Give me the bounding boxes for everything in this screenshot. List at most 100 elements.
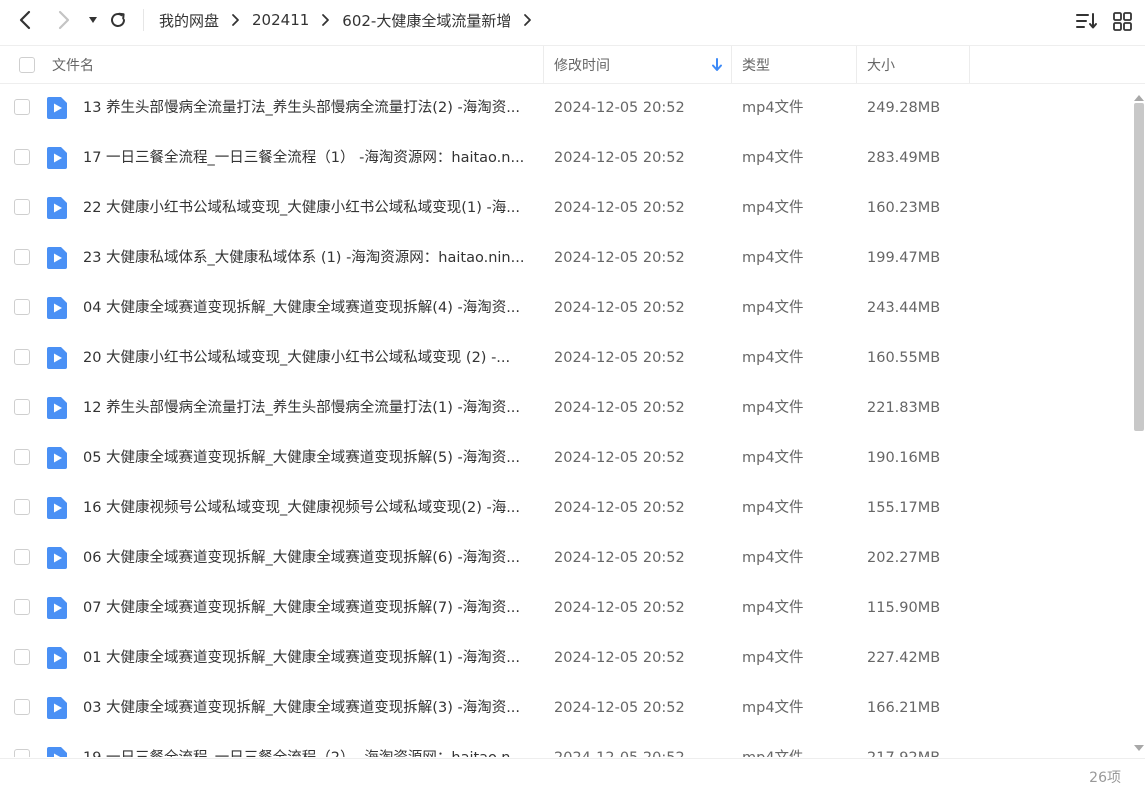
file-name[interactable]: 22 大健康小红书公域私域变现_大健康小红书公域私域变现(1) -海... bbox=[83, 183, 533, 233]
column-divider bbox=[856, 46, 857, 83]
table-row[interactable]: 23 大健康私域体系_大健康私域体系 (1) -海淘资源网：haitao.nin… bbox=[0, 233, 1130, 283]
file-modified-time: 2024-12-05 20:52 bbox=[554, 733, 685, 757]
row-checkbox[interactable] bbox=[14, 649, 30, 665]
file-type: mp4文件 bbox=[742, 200, 804, 216]
file-size: 190.16MB bbox=[867, 450, 941, 466]
file-type: mp4文件 bbox=[742, 250, 804, 266]
row-checkbox[interactable] bbox=[14, 449, 30, 465]
chevron-right-icon bbox=[321, 13, 330, 27]
file-name[interactable]: 04 大健康全域赛道变现拆解_大健康全域赛道变现拆解(4) -海淘资... bbox=[83, 283, 533, 333]
file-size: 227.42MB bbox=[867, 650, 941, 666]
row-checkbox[interactable] bbox=[14, 399, 30, 415]
table-row[interactable]: 20 大健康小红书公域私域变现_大健康小红书公域私域变现 (2) -... 20… bbox=[0, 333, 1130, 383]
file-modified-time: 2024-12-05 20:52 bbox=[554, 350, 685, 366]
table-row[interactable]: 05 大健康全域赛道变现拆解_大健康全域赛道变现拆解(5) -海淘资... 20… bbox=[0, 433, 1130, 483]
row-checkbox[interactable] bbox=[14, 249, 30, 265]
row-checkbox[interactable] bbox=[14, 149, 30, 165]
file-type: mp4文件 bbox=[742, 600, 804, 616]
back-button[interactable] bbox=[13, 8, 37, 32]
row-checkbox[interactable] bbox=[14, 499, 30, 515]
table-row[interactable]: 12 养生头部慢病全流量打法_养生头部慢病全流量打法(1) -海淘资... 20… bbox=[0, 383, 1130, 433]
refresh-icon bbox=[111, 12, 125, 27]
file-name[interactable]: 17 一日三餐全流程_一日三餐全流程（1） -海淘资源网：haitao.n... bbox=[83, 133, 533, 183]
row-checkbox[interactable] bbox=[14, 699, 30, 715]
table-header: 文件名 修改时间 类型 大小 bbox=[0, 45, 1145, 84]
file-name[interactable]: 12 养生头部慢病全流量打法_养生头部慢病全流量打法(1) -海淘资... bbox=[83, 383, 533, 433]
file-modified-time: 2024-12-05 20:52 bbox=[554, 100, 685, 116]
toolbar-divider bbox=[143, 9, 144, 31]
video-file-icon bbox=[46, 146, 68, 174]
video-file-icon bbox=[46, 296, 68, 324]
file-name[interactable]: 16 大健康视频号公域私域变现_大健康视频号公域私域变现(2) -海... bbox=[83, 483, 533, 533]
column-header-size[interactable]: 大小 bbox=[867, 46, 895, 83]
scrollbar-thumb[interactable] bbox=[1134, 103, 1144, 431]
file-name[interactable]: 19 一日三餐全流程_一日三餐全流程（2） -海淘资源网：haitao.n... bbox=[83, 733, 533, 757]
file-type: mp4文件 bbox=[742, 700, 804, 716]
row-checkbox[interactable] bbox=[14, 749, 30, 757]
table-row[interactable]: 07 大健康全域赛道变现拆解_大健康全域赛道变现拆解(7) -海淘资... 20… bbox=[0, 583, 1130, 633]
table-row[interactable]: 04 大健康全域赛道变现拆解_大健康全域赛道变现拆解(4) -海淘资... 20… bbox=[0, 283, 1130, 333]
file-modified-time: 2024-12-05 20:52 bbox=[554, 500, 685, 516]
breadcrumb-item-current[interactable]: 602-大健康全域流量新增 bbox=[342, 10, 511, 31]
video-file-icon bbox=[46, 696, 68, 724]
table-row[interactable]: 22 大健康小红书公域私域变现_大健康小红书公域私域变现(1) -海... 20… bbox=[0, 183, 1130, 233]
file-name[interactable]: 23 大健康私域体系_大健康私域体系 (1) -海淘资源网：haitao.nin… bbox=[83, 233, 533, 283]
video-file-icon bbox=[46, 346, 68, 374]
file-type: mp4文件 bbox=[742, 300, 804, 316]
breadcrumb: 我的网盘 202411 602-大健康全域流量新增 bbox=[159, 9, 544, 31]
file-name[interactable]: 06 大健康全域赛道变现拆解_大健康全域赛道变现拆解(6) -海淘资... bbox=[83, 533, 533, 583]
file-size: 115.90MB bbox=[867, 600, 941, 616]
file-name[interactable]: 03 大健康全域赛道变现拆解_大健康全域赛道变现拆解(3) -海淘资... bbox=[83, 683, 533, 733]
video-file-icon bbox=[46, 596, 68, 624]
table-row[interactable]: 17 一日三餐全流程_一日三餐全流程（1） -海淘资源网：haitao.n...… bbox=[0, 133, 1130, 183]
column-divider bbox=[543, 46, 544, 83]
row-checkbox[interactable] bbox=[14, 549, 30, 565]
scroll-down-arrow[interactable] bbox=[1133, 740, 1145, 756]
row-checkbox[interactable] bbox=[14, 199, 30, 215]
video-file-icon bbox=[46, 446, 68, 474]
select-all-checkbox[interactable] bbox=[19, 46, 35, 83]
caret-down-icon bbox=[89, 17, 97, 23]
video-file-icon bbox=[46, 646, 68, 674]
table-row[interactable]: 19 一日三餐全流程_一日三餐全流程（2） -海淘资源网：haitao.n...… bbox=[0, 733, 1130, 757]
file-type: mp4文件 bbox=[742, 550, 804, 566]
breadcrumb-item-root[interactable]: 我的网盘 bbox=[159, 10, 219, 31]
file-size: 160.23MB bbox=[867, 200, 941, 216]
file-name[interactable]: 07 大健康全域赛道变现拆解_大健康全域赛道变现拆解(7) -海淘资... bbox=[83, 583, 533, 633]
file-size: 249.28MB bbox=[867, 100, 941, 116]
table-row[interactable]: 06 大健康全域赛道变现拆解_大健康全域赛道变现拆解(6) -海淘资... 20… bbox=[0, 533, 1130, 583]
file-name[interactable]: 13 养生头部慢病全流量打法_养生头部慢病全流量打法(2) -海淘资... bbox=[83, 83, 533, 133]
row-checkbox[interactable] bbox=[14, 99, 30, 115]
refresh-button[interactable] bbox=[106, 8, 130, 32]
file-size: 283.49MB bbox=[867, 150, 941, 166]
file-name[interactable]: 01 大健康全域赛道变现拆解_大健康全域赛道变现拆解(1) -海淘资... bbox=[83, 633, 533, 683]
file-size: 166.21MB bbox=[867, 700, 941, 716]
table-row[interactable]: 13 养生头部慢病全流量打法_养生头部慢病全流量打法(2) -海淘资... 20… bbox=[0, 83, 1130, 133]
file-type: mp4文件 bbox=[742, 650, 804, 666]
file-modified-time: 2024-12-05 20:52 bbox=[554, 400, 685, 416]
row-checkbox[interactable] bbox=[14, 599, 30, 615]
view-mode-button[interactable] bbox=[1110, 9, 1134, 33]
column-header-name[interactable]: 文件名 bbox=[52, 46, 94, 83]
file-name[interactable]: 05 大健康全域赛道变现拆解_大健康全域赛道变现拆解(5) -海淘资... bbox=[83, 433, 533, 483]
column-header-type[interactable]: 类型 bbox=[742, 46, 770, 83]
file-name[interactable]: 20 大健康小红书公域私域变现_大健康小红书公域私域变现 (2) -... bbox=[83, 333, 533, 383]
column-divider bbox=[731, 46, 732, 83]
row-checkbox[interactable] bbox=[14, 349, 30, 365]
file-size: 243.44MB bbox=[867, 300, 941, 316]
table-row[interactable]: 16 大健康视频号公域私域变现_大健康视频号公域私域变现(2) -海... 20… bbox=[0, 483, 1130, 533]
item-count: 26项 bbox=[1089, 770, 1121, 786]
file-size: 221.83MB bbox=[867, 400, 941, 416]
file-type: mp4文件 bbox=[742, 733, 804, 757]
table-row[interactable]: 01 大健康全域赛道变现拆解_大健康全域赛道变现拆解(1) -海淘资... 20… bbox=[0, 633, 1130, 683]
chevron-right-icon[interactable] bbox=[523, 13, 532, 27]
history-dropdown-button[interactable] bbox=[81, 8, 105, 32]
table-row[interactable]: 03 大健康全域赛道变现拆解_大健康全域赛道变现拆解(3) -海淘资... 20… bbox=[0, 683, 1130, 733]
breadcrumb-item-202411[interactable]: 202411 bbox=[252, 11, 309, 29]
file-modified-time: 2024-12-05 20:52 bbox=[554, 300, 685, 316]
file-size: 202.27MB bbox=[867, 550, 941, 566]
column-header-modified[interactable]: 修改时间 bbox=[554, 46, 610, 83]
row-checkbox[interactable] bbox=[14, 299, 30, 315]
forward-button[interactable] bbox=[52, 8, 76, 32]
sort-button[interactable] bbox=[1075, 9, 1099, 33]
